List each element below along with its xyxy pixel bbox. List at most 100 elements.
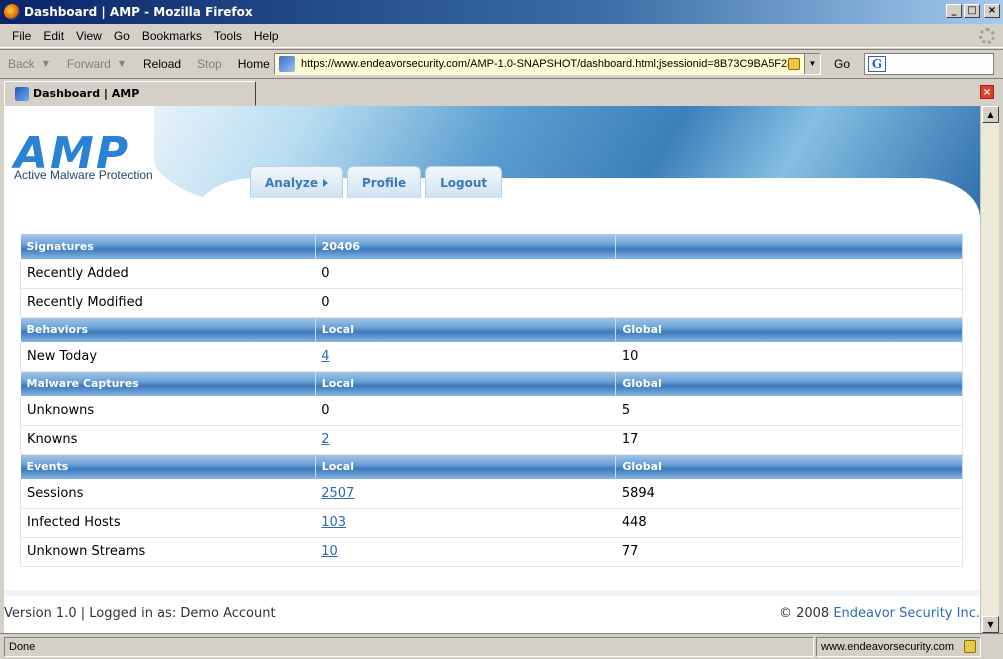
col-local: Local [315, 317, 617, 342]
row-global: 17 [615, 425, 963, 455]
section-header-signatures: Signatures 20406 [20, 234, 963, 259]
knowns-local-link[interactable]: 2 [321, 432, 329, 447]
col-global: Global [615, 317, 963, 342]
menu-go[interactable]: Go [108, 29, 136, 43]
signature-count: 20406 [315, 234, 617, 259]
col-global: Global [615, 371, 963, 396]
site-favicon-icon [279, 56, 295, 72]
section-title: Signatures [20, 234, 316, 259]
url-dropdown-icon[interactable]: ▼ [804, 54, 820, 74]
col-global: Global [615, 454, 963, 479]
header-banner: AMP Active Malware Protection Analyze Pr… [4, 106, 980, 218]
stop-button[interactable]: Stop [189, 57, 230, 71]
vertical-scrollbar[interactable]: ▲ ▼ [980, 106, 999, 633]
menu-edit[interactable]: Edit [37, 29, 70, 43]
secure-lock-icon[interactable] [964, 640, 976, 653]
tab-strip: Dashboard | AMP × [0, 78, 1003, 106]
row-global: 77 [615, 537, 963, 567]
scroll-up-icon[interactable]: ▲ [982, 106, 999, 123]
row-label: Knowns [20, 425, 316, 455]
row-label: Unknowns [20, 396, 316, 426]
google-icon[interactable]: G [868, 56, 886, 72]
close-window-button[interactable]: × [984, 4, 1000, 18]
window-title: Dashboard | AMP - Mozilla Firefox [24, 5, 253, 19]
version-info: Version 1.0 | Logged in as: Demo Account [4, 606, 276, 621]
tab-label: Dashboard | AMP [33, 87, 140, 100]
lock-icon[interactable] [788, 58, 800, 70]
nav-logout[interactable]: Logout [425, 166, 503, 198]
menu-help[interactable]: Help [248, 29, 285, 43]
url-bar[interactable]: https://www.endeavorsecurity.com/AMP-1.0… [274, 53, 821, 75]
table-row: Recently Added 0 [20, 259, 963, 289]
row-global: 5894 [615, 479, 963, 509]
table-row: New Today 4 10 [20, 342, 963, 372]
nav-analyze[interactable]: Analyze [250, 166, 343, 198]
url-text[interactable]: https://www.endeavorsecurity.com/AMP-1.0… [301, 58, 793, 70]
copyright: © 2008 Endeavor Security Inc. [779, 606, 980, 621]
row-local: 0 [315, 396, 616, 426]
logo-subtitle: Active Malware Protection [14, 168, 153, 182]
sessions-local-link[interactable]: 2507 [321, 486, 354, 501]
table-row: Unknown Streams 10 77 [20, 537, 963, 567]
menu-view[interactable]: View [70, 29, 108, 43]
scroll-down-icon[interactable]: ▼ [982, 616, 999, 633]
table-row: Infected Hosts 103 448 [20, 508, 963, 538]
section-title: Malware Captures [20, 371, 316, 396]
col-local: Local [315, 371, 617, 396]
table-row: Recently Modified 0 [20, 288, 963, 318]
section-title: Events [20, 454, 316, 479]
maximize-button[interactable]: □ [964, 4, 980, 18]
status-bar: Done www.endeavorsecurity.com [0, 633, 1003, 659]
nav-profile[interactable]: Profile [347, 166, 422, 198]
table-row: Sessions 2507 5894 [20, 479, 963, 509]
section-header-malware-captures: Malware Captures Local Global [20, 371, 963, 396]
menu-bar: File Edit View Go Bookmarks Tools Help [0, 24, 1003, 48]
section-title: Behaviors [20, 317, 316, 342]
nav-profile-label: Profile [362, 175, 407, 190]
copyright-text: © 2008 [778, 606, 830, 621]
row-label: New Today [20, 342, 316, 372]
col-local: Local [315, 454, 617, 479]
row-local: 0 [315, 259, 616, 289]
row-label: Recently Modified [20, 288, 316, 318]
row-label: Infected Hosts [20, 508, 316, 538]
row-global: 448 [615, 508, 963, 538]
page-content: AMP Active Malware Protection Analyze Pr… [4, 106, 980, 633]
row-label: Unknown Streams [20, 537, 316, 567]
forward-button[interactable]: Forward [59, 57, 119, 71]
row-label: Recently Added [20, 259, 316, 289]
reload-button[interactable]: Reload [135, 57, 189, 71]
minimize-button[interactable]: _ [946, 4, 962, 18]
navigation-toolbar: Back ▼ Forward ▼ Reload Stop Home https:… [0, 49, 1003, 77]
unknown-streams-local-link[interactable]: 10 [321, 544, 338, 559]
row-label: Sessions [20, 479, 316, 509]
row-global: 5 [615, 396, 963, 426]
infected-hosts-local-link[interactable]: 103 [321, 515, 346, 530]
table-row: Knowns 2 17 [20, 425, 963, 455]
throbber-icon [979, 28, 995, 44]
dashboard-table: Signatures 20406 Recently Added 0 Recent… [20, 234, 963, 567]
section-header-behaviors: Behaviors Local Global [20, 317, 963, 342]
status-host: www.endeavorsecurity.com [816, 637, 981, 657]
row-global [615, 259, 963, 289]
section-header-events: Events Local Global [20, 454, 963, 479]
nav-analyze-label: Analyze [265, 175, 318, 190]
back-dropdown-icon[interactable]: ▼ [43, 59, 59, 68]
behaviors-new-today-link[interactable]: 4 [321, 349, 329, 364]
tab-dashboard[interactable]: Dashboard | AMP [4, 81, 256, 106]
forward-dropdown-icon[interactable]: ▼ [119, 59, 135, 68]
back-button[interactable]: Back [0, 57, 43, 71]
tab-favicon-icon [15, 86, 29, 101]
menu-bookmarks[interactable]: Bookmarks [136, 29, 208, 43]
search-input[interactable]: G [864, 53, 994, 75]
go-button[interactable]: Go [834, 57, 850, 71]
menu-file[interactable]: File [6, 29, 37, 43]
nav-logout-label: Logout [440, 175, 488, 190]
firefox-icon [4, 4, 20, 20]
menu-tools[interactable]: Tools [208, 29, 248, 43]
home-button[interactable]: Home [230, 57, 278, 71]
row-global: 10 [615, 342, 963, 372]
table-row: Unknowns 0 5 [20, 396, 963, 426]
close-tab-icon[interactable]: × [980, 85, 994, 99]
company-link[interactable]: Endeavor Security Inc. [833, 606, 980, 621]
